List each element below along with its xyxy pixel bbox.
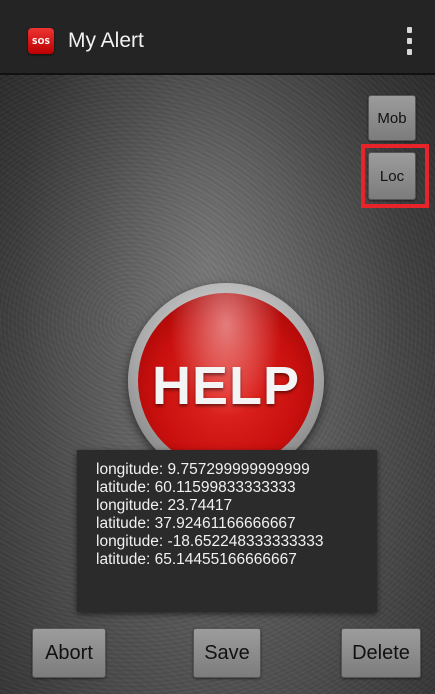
- coordinate-line: longitude: 9.757299999999999: [96, 461, 310, 478]
- sos-app-icon: SOS: [28, 28, 54, 54]
- coordinate-line: latitude: 37.92461166666667: [96, 515, 296, 532]
- loc-button[interactable]: Loc: [368, 152, 416, 200]
- overflow-menu-icon[interactable]: [404, 27, 414, 55]
- delete-button[interactable]: Delete: [341, 628, 421, 678]
- coordinate-line: longitude: 23.74417: [96, 497, 233, 514]
- action-bar: SOS My Alert: [0, 0, 435, 75]
- coordinates-panel: longitude: 9.757299999999999 latitude: 6…: [77, 450, 377, 612]
- app-title: My Alert: [68, 29, 144, 52]
- coordinate-line: latitude: 60.11599833333333: [96, 479, 296, 496]
- mob-button[interactable]: Mob: [368, 95, 416, 141]
- abort-button[interactable]: Abort: [32, 628, 106, 678]
- help-button[interactable]: HELP: [138, 293, 314, 469]
- save-button[interactable]: Save: [193, 628, 261, 678]
- help-button-label: HELP: [151, 356, 301, 416]
- app-screen: SOS My Alert Mob Loc HELP longitude: 9.7…: [0, 0, 435, 694]
- coordinate-line: latitude: 65.14455166666667: [96, 551, 297, 568]
- coordinate-line: longitude: -18.652248333333333: [96, 533, 324, 550]
